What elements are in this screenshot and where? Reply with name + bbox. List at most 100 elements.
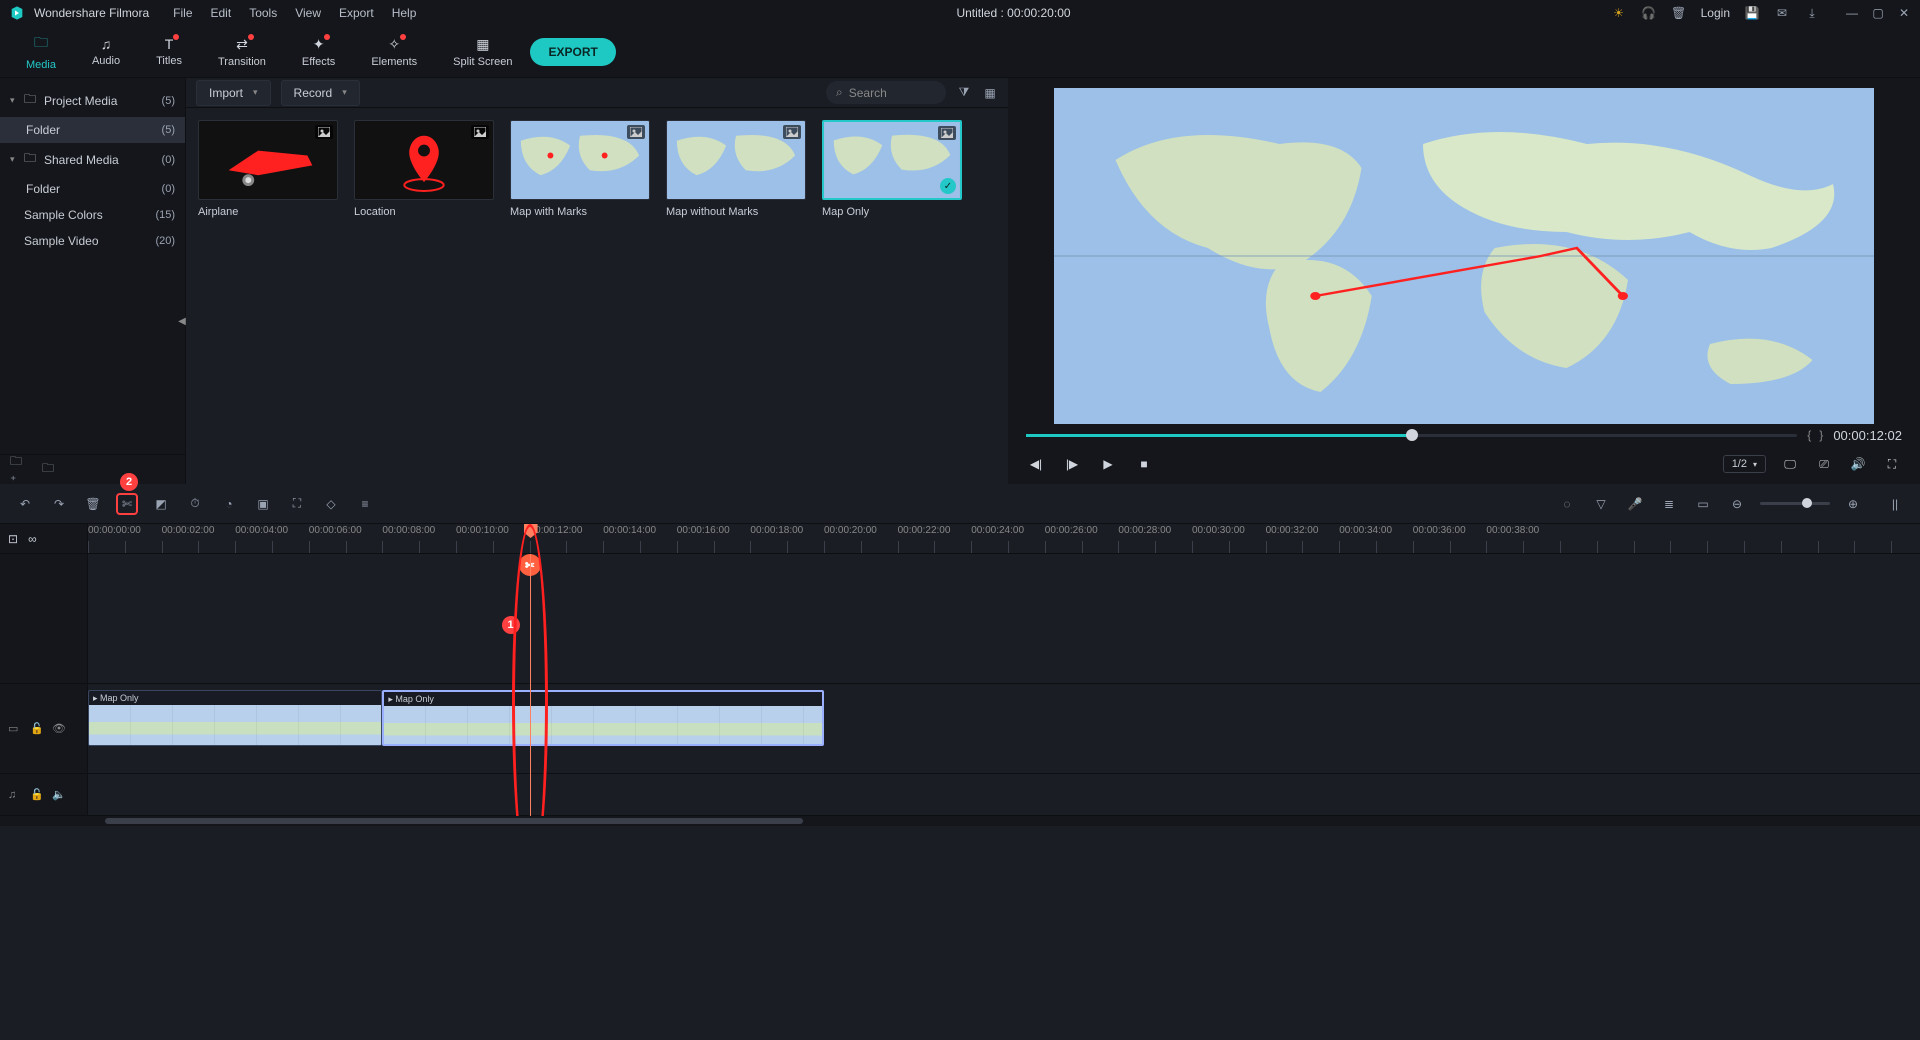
monitor-icon[interactable]: 🖵 <box>1780 454 1800 474</box>
lightbulb-icon[interactable]: ☀ <box>1611 5 1627 21</box>
import-dropdown[interactable]: Import ▾ <box>196 80 271 106</box>
mute-icon[interactable]: 🔈 <box>52 788 66 801</box>
preview-progress[interactable] <box>1026 434 1797 437</box>
maximize-icon[interactable]: ▢ <box>1870 5 1886 21</box>
tree-shared-media[interactable]: ▾ 🗀 Shared Media (0) <box>0 143 185 176</box>
link-icon[interactable]: ∞ <box>28 532 37 546</box>
undo-button[interactable]: ↶ <box>14 493 36 515</box>
tab-audio[interactable]: ♫ Audio <box>74 32 138 71</box>
mark-out-icon[interactable]: } <box>1819 428 1823 442</box>
marker-icon[interactable]: ▽ <box>1590 493 1612 515</box>
play-button[interactable]: ▶ <box>1098 454 1118 474</box>
stop-button[interactable]: ■ <box>1134 454 1154 474</box>
fullscreen-icon[interactable]: ⛶ <box>1882 454 1902 474</box>
playhead[interactable] <box>530 554 531 816</box>
folder-icon[interactable]: 🗀 <box>40 462 56 478</box>
mixer-icon[interactable]: ◌ <box>1556 493 1578 515</box>
tab-split-screen[interactable]: ▦ Split Screen <box>435 32 530 72</box>
tree-sample-video[interactable]: Sample Video (20) <box>0 228 185 254</box>
export-button[interactable]: EXPORT <box>530 38 615 66</box>
redo-button[interactable]: ↷ <box>48 493 70 515</box>
next-frame-button[interactable]: |▶ <box>1062 454 1082 474</box>
color-button[interactable]: ◔ <box>218 493 240 515</box>
mail-icon[interactable]: ✉ <box>1774 5 1790 21</box>
check-icon: ✓ <box>940 178 956 194</box>
tab-effects[interactable]: ✦ Effects <box>284 32 353 72</box>
tab-transition[interactable]: ⇄ Transition <box>200 32 284 72</box>
media-item[interactable]: ✓ Map Only <box>822 120 962 218</box>
panel-collapse-icon[interactable]: ◀ <box>178 301 186 341</box>
render-icon[interactable]: ▭ <box>1692 493 1714 515</box>
minimize-icon[interactable]: — <box>1844 5 1860 21</box>
timeline-zoom-slider[interactable] <box>1760 502 1830 505</box>
timeline-clip[interactable]: ▸ Map Only <box>382 690 824 746</box>
menu-view[interactable]: View <box>295 6 321 20</box>
tab-titles[interactable]: T Titles <box>138 32 200 71</box>
menu-tools[interactable]: Tools <box>249 6 277 20</box>
keyframe-button[interactable]: ⛶ <box>286 493 308 515</box>
delete-button[interactable]: 🗑 <box>82 493 104 515</box>
ruler-tick: 00:00:06:00 <box>309 525 362 536</box>
zoom-in-icon[interactable]: ⊕ <box>1842 493 1864 515</box>
green-screen-button[interactable]: ▣ <box>252 493 274 515</box>
media-item[interactable]: Map with Marks <box>510 120 650 218</box>
audio-track-lane[interactable] <box>88 774 1920 816</box>
media-item[interactable]: Location <box>354 120 494 218</box>
visibility-icon[interactable]: 👁 <box>52 722 66 735</box>
crop-button[interactable]: ◩ <box>150 493 172 515</box>
login-button[interactable]: Login <box>1701 6 1730 20</box>
timeline-scrollbar[interactable] <box>0 816 1920 826</box>
download-icon[interactable]: ⤓ <box>1804 5 1820 21</box>
timeline-ruler[interactable]: 00:00:00:0000:00:02:0000:00:04:0000:00:0… <box>88 524 1920 553</box>
mask-button[interactable]: ◇ <box>320 493 342 515</box>
preview-video[interactable] <box>1054 88 1874 424</box>
prev-frame-button[interactable]: ◀| <box>1026 454 1046 474</box>
snap-icon[interactable]: ⊡ <box>8 532 18 546</box>
video-track-lane[interactable]: ▸ Map Only ▸ Map Only <box>88 684 1920 774</box>
notification-dot <box>248 34 254 40</box>
save-icon[interactable]: 💾 <box>1744 5 1760 21</box>
timeline-clip[interactable]: ▸ Map Only <box>88 690 382 746</box>
tree-sample-colors[interactable]: Sample Colors (15) <box>0 202 185 228</box>
voiceover-icon[interactable]: 🎤 <box>1624 493 1646 515</box>
menu-edit[interactable]: Edit <box>211 6 232 20</box>
new-folder-icon[interactable]: 🗀⁺ <box>10 462 26 478</box>
adjust-button[interactable]: ≡ <box>354 493 376 515</box>
media-thumbnail[interactable] <box>510 120 650 200</box>
media-thumbnail[interactable] <box>666 120 806 200</box>
media-thumbnail[interactable] <box>354 120 494 200</box>
menu-file[interactable]: File <box>173 6 192 20</box>
speed-button[interactable]: ⏱ <box>184 493 206 515</box>
media-item[interactable]: Airplane <box>198 120 338 218</box>
grid-view-icon[interactable]: ▦ <box>982 85 998 101</box>
tab-elements[interactable]: ✧ Elements <box>353 32 435 72</box>
headphones-icon[interactable]: 🎧 <box>1641 5 1657 21</box>
tree-project-media[interactable]: ▾ 🗀 Project Media (5) <box>0 84 185 117</box>
snapshot-icon[interactable]: ⎚ <box>1814 454 1834 474</box>
mark-in-icon[interactable]: { <box>1807 428 1811 442</box>
search-input[interactable]: ⌕ Search <box>826 81 946 104</box>
zoom-out-icon[interactable]: ⊖ <box>1726 493 1748 515</box>
menu-export[interactable]: Export <box>339 6 374 20</box>
media-thumbnail[interactable] <box>198 120 338 200</box>
audio-track-header[interactable]: ♫ 🔓 🔈 <box>0 774 88 816</box>
lock-icon[interactable]: 🔓 <box>30 722 44 735</box>
tree-folder-1[interactable]: Folder (5) <box>0 117 185 143</box>
gift-icon[interactable]: 🗑 <box>1671 5 1687 21</box>
media-item[interactable]: Map without Marks <box>666 120 806 218</box>
video-track-header[interactable]: ▭ 🔓 👁 <box>0 684 88 774</box>
record-dropdown[interactable]: Record ▾ <box>281 80 360 106</box>
timeline-options-icon[interactable]: || <box>1884 493 1906 515</box>
filter-icon[interactable]: ⧩ <box>956 85 972 101</box>
image-type-icon <box>627 125 645 139</box>
audio-icon[interactable]: 🔊 <box>1848 454 1868 474</box>
close-icon[interactable]: ✕ <box>1896 5 1912 21</box>
menu-help[interactable]: Help <box>392 6 417 20</box>
tab-media[interactable]: 🗀 Media <box>8 28 74 75</box>
tree-folder-2[interactable]: Folder (0) <box>0 176 185 202</box>
audio-sync-icon[interactable]: ≣ <box>1658 493 1680 515</box>
cut-button[interactable]: ✄ 2 <box>116 493 138 515</box>
media-thumbnail[interactable]: ✓ <box>822 120 962 200</box>
preview-zoom-select[interactable]: 1/2 ▾ <box>1723 455 1766 473</box>
lock-icon[interactable]: 🔓 <box>30 788 44 801</box>
